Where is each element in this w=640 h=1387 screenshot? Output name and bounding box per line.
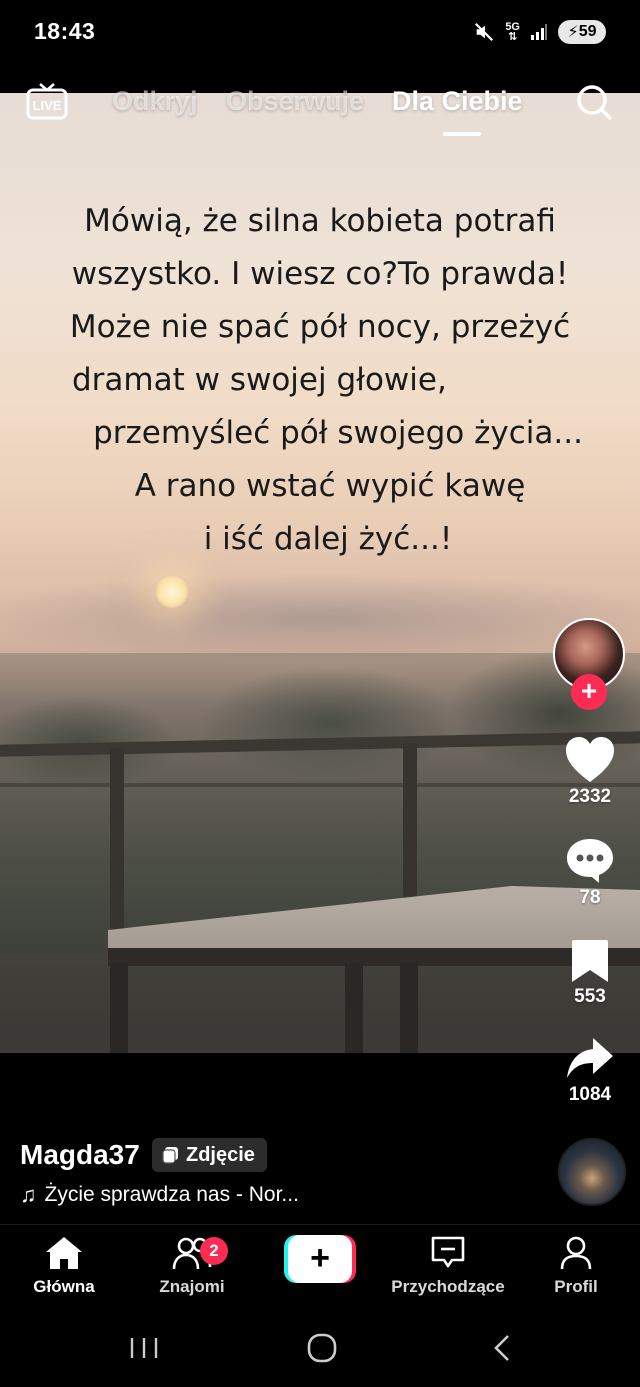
photo-badge[interactable]: Zdjęcie: [152, 1138, 267, 1172]
tab-odkryj[interactable]: Odkryj: [112, 86, 198, 117]
share-count: 1084: [568, 1084, 612, 1105]
save-button[interactable]: 553: [555, 938, 625, 1008]
notification-badge: 2: [200, 1237, 228, 1265]
railing-post: [110, 748, 124, 958]
home-circle-icon: [307, 1333, 337, 1363]
share-button[interactable]: 1084: [555, 1036, 625, 1106]
network-5g-icon: 5G ⇅: [505, 21, 520, 43]
status-bar: 18:43 5G ⇅ ⚡ 59: [0, 0, 640, 66]
comment-icon: [567, 839, 613, 883]
active-tab-indicator: [443, 132, 481, 136]
live-tv-icon: LIVE: [26, 83, 68, 120]
quote-line: Może nie spać pół nocy, przeżyć: [69, 309, 571, 345]
recent-apps-icon: [130, 1338, 158, 1358]
quote-line: przemyśleć pół swojego życia...: [93, 415, 583, 451]
bottom-tab-bar: Główna Znajomi 2 + Przychodzące Profil: [0, 1224, 640, 1306]
like-button[interactable]: 2332: [555, 736, 625, 808]
tab-inbox[interactable]: Przychodzące: [384, 1235, 512, 1297]
share-arrow-icon: [567, 1038, 613, 1078]
create-button[interactable]: +: [284, 1235, 356, 1283]
author-username[interactable]: Magda37: [20, 1139, 140, 1171]
follow-button[interactable]: +: [571, 674, 607, 710]
battery-indicator: ⚡ 59: [558, 20, 606, 44]
photo-icon: [162, 1147, 178, 1164]
table-leg: [400, 963, 418, 1053]
tab-profile-label: Profil: [554, 1277, 598, 1296]
post-quote: Mówią, że silna kobieta potrafi wszystko…: [30, 195, 610, 566]
tab-home-label: Główna: [33, 1277, 95, 1296]
search-icon: [577, 85, 612, 120]
quote-line: A rano wstać wypić kawę: [134, 468, 526, 504]
creator-avatar-group: +: [553, 618, 625, 710]
tab-dla-ciebie[interactable]: Dla Ciebie: [392, 86, 523, 117]
balcony-floor: [0, 953, 640, 1053]
music-note-icon: ♫: [20, 1182, 37, 1207]
recent-apps-button[interactable]: [124, 1328, 164, 1368]
mute-icon: [475, 22, 494, 42]
home-system-button[interactable]: [302, 1328, 342, 1368]
tab-inbox-label: Przychodzące: [391, 1277, 505, 1296]
back-chevron-icon: [494, 1335, 509, 1361]
quote-line: Mówią, że silna kobieta potrafi: [84, 203, 556, 239]
plus-icon: +: [288, 1235, 352, 1283]
comment-button[interactable]: 78: [555, 837, 625, 909]
haze: [0, 573, 640, 663]
table-leg: [345, 963, 363, 1053]
comment-count: 78: [579, 887, 601, 908]
heart-icon: [566, 737, 614, 782]
music-disc[interactable]: [558, 1138, 626, 1206]
music-info[interactable]: ♫ Życie sprawdza nas - Nor...: [20, 1182, 299, 1208]
railing-mid: [0, 783, 640, 787]
back-button[interactable]: [482, 1328, 522, 1368]
profile-icon: [560, 1236, 592, 1270]
system-navigation-bar: [0, 1306, 640, 1387]
live-button[interactable]: LIVE: [26, 82, 68, 120]
quote-line: i iść dalej żyć...!: [203, 521, 453, 557]
search-button[interactable]: [574, 82, 614, 122]
tab-friends[interactable]: Znajomi 2: [128, 1235, 256, 1297]
save-count: 553: [574, 986, 606, 1007]
tab-profile[interactable]: Profil: [512, 1235, 640, 1297]
inbox-icon: [431, 1236, 465, 1268]
signal-icon: [531, 24, 547, 40]
svg-text:LIVE: LIVE: [33, 98, 62, 113]
music-title: Życie sprawdza nas - Nor...: [44, 1183, 299, 1206]
status-time: 18:43: [34, 18, 96, 44]
top-nav: LIVE Odkryj Obserwuje Dla Ciebie: [0, 76, 640, 136]
tab-obserwuje[interactable]: Obserwuje: [226, 86, 364, 117]
tab-friends-label: Znajomi: [159, 1277, 225, 1296]
quote-line: dramat w swojej głowie,: [72, 362, 447, 398]
photo-badge-label: Zdjęcie: [186, 1143, 255, 1166]
home-icon: [46, 1237, 82, 1269]
table-leg: [110, 963, 128, 1053]
quote-line: wszystko. I wiesz co?To prawda!: [71, 256, 569, 292]
tab-home[interactable]: Główna: [0, 1235, 128, 1297]
status-icons: 5G ⇅ ⚡ 59: [473, 20, 606, 44]
bookmark-icon: [572, 940, 608, 982]
like-count: 2332: [568, 786, 612, 807]
sun: [156, 576, 188, 608]
